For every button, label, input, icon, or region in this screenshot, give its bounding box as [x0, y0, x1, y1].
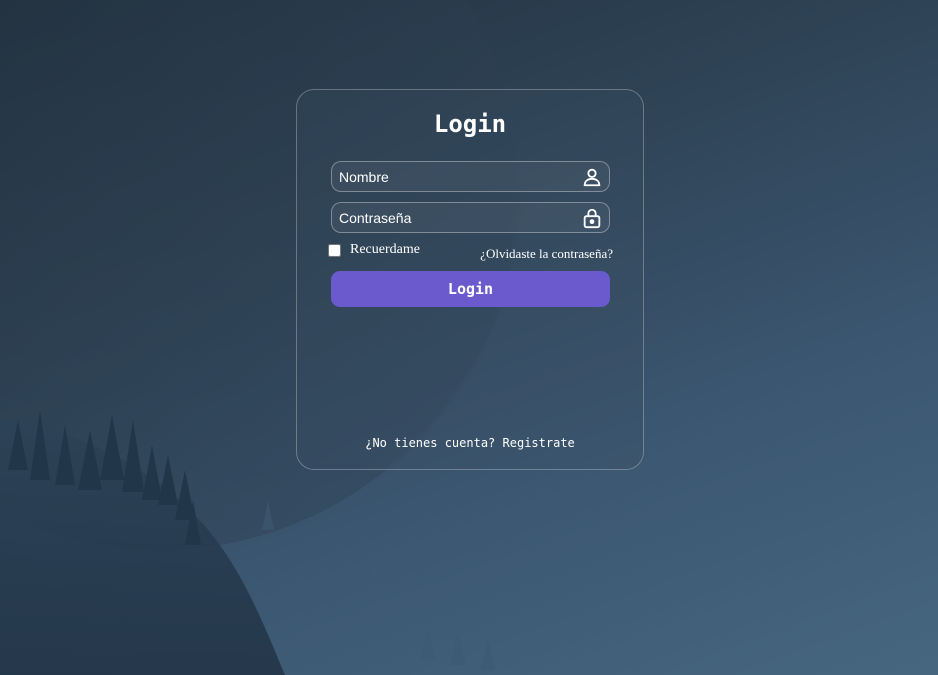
user-icon	[583, 168, 601, 187]
remember-label: Recuerdame	[350, 242, 420, 257]
forgot-password-link[interactable]: ¿Olvidaste la contraseña?	[480, 246, 613, 262]
remember-me[interactable]: Recuerdame	[328, 242, 420, 258]
register-prompt: ¿No tienes cuenta? Registrate	[297, 436, 643, 450]
username-input[interactable]	[332, 162, 579, 191]
login-title: Login	[433, 110, 507, 138]
password-field[interactable]	[331, 202, 610, 233]
login-button[interactable]: Login	[331, 271, 610, 307]
login-card: Login Recuerdame ¿Olvidaste la contraseñ…	[296, 89, 644, 470]
password-input[interactable]	[332, 203, 579, 232]
register-link[interactable]: Registrate	[503, 436, 575, 450]
register-prompt-text: ¿No tienes cuenta?	[365, 436, 496, 450]
username-field[interactable]	[331, 161, 610, 192]
remember-checkbox[interactable]	[328, 243, 341, 257]
lock-icon	[583, 208, 601, 229]
